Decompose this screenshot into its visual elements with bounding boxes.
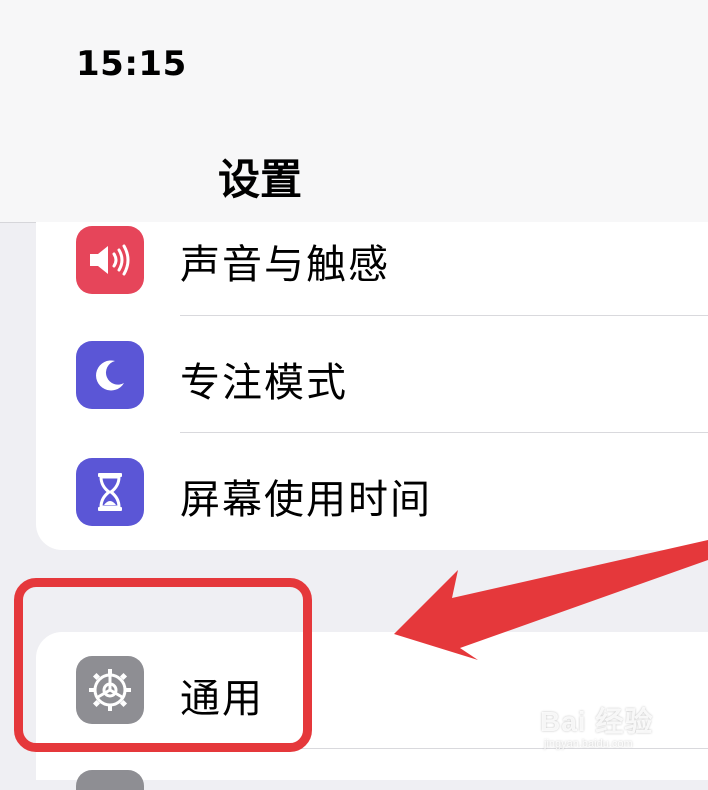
watermark-brand: Bai 经验 — [540, 706, 654, 737]
pointer-arrow-icon — [394, 540, 708, 660]
watermark: Bai 经验 jingyan.baidu.com — [540, 700, 653, 750]
